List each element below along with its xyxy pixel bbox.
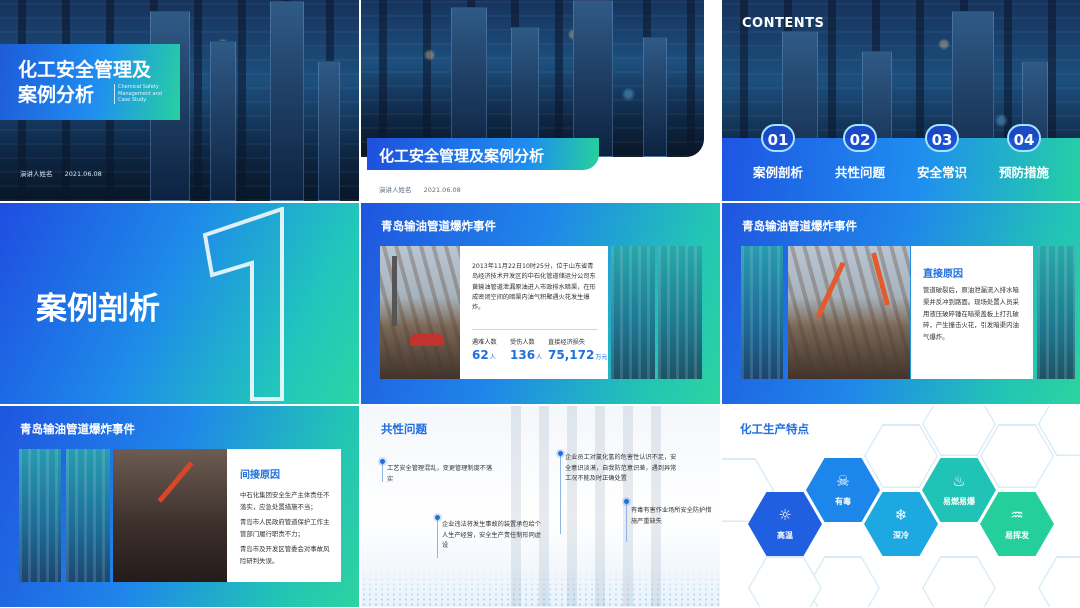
contents-number: 02 [843, 124, 877, 152]
cover-subtitle-en: Chemical Safety Management and Case Stud… [114, 84, 174, 104]
contents-item-3[interactable]: 03 安全常识 [902, 124, 982, 181]
case-paragraph: 2013年11月22日10时25分，位于山东省青岛经济技术开发区的中石化管道储运… [472, 263, 596, 312]
cover-title: 化工安全管理及案例分析 [379, 147, 545, 165]
slide-4-chapter[interactable]: 案例剖析 [0, 203, 359, 404]
slide-1-cover[interactable]: 化工安全管理及案例分析 Chemical Safety Management a… [0, 0, 359, 201]
stat-loss: 75,172万元 [548, 348, 608, 362]
chapter-title: 案例剖析 [36, 291, 160, 327]
presenter-name: 演讲人姓名 [20, 170, 53, 178]
section-subheading: 直接原因 [923, 269, 963, 280]
toxic-icon: ☠ [836, 472, 850, 490]
stat-deaths: 62人 [472, 348, 496, 362]
presentation-date: 2021.06.08 [423, 186, 461, 194]
slide-2-cover[interactable]: 化工安全管理及案例分析 演讲人姓名 2021.06.08 [361, 0, 720, 201]
slide-6-direct-cause[interactable]: 青岛输油管道爆炸事件 直接原因 管道破裂后，原油泄漏流入排水暗渠并反冲到路面。现… [722, 203, 1080, 404]
cause-point: 青岛市人民政府管道保护工作主管部门履行职责不力； [240, 518, 330, 538]
chapter-number-outline [202, 207, 284, 401]
cause-point: 青岛市及开发区管委会对事故风险研判失误。 [240, 545, 330, 565]
feature-flammable[interactable]: ♨ 易燃易爆 [922, 458, 996, 522]
high-temperature-icon: ☼ [778, 506, 792, 524]
contents-label: 共性问题 [834, 165, 885, 180]
cause-body: 管道破裂后，原油泄漏流入排水暗渠并反冲到路面。现场处置人员采用液压破碎锤在暗渠盖… [923, 286, 1019, 342]
accident-scene-photo [380, 246, 460, 379]
timeline-dot [624, 499, 629, 504]
cover-meta: 演讲人姓名 2021.06.08 [20, 168, 102, 178]
problem-point: 工艺安全管理混乱，变更管理制度不落实 [387, 465, 493, 483]
photo-strip [1037, 246, 1075, 379]
contents-label: 预防措施 [998, 165, 1049, 180]
presentation-date: 2021.06.08 [64, 170, 102, 178]
contents-item-2[interactable]: 02 共性问题 [820, 124, 900, 181]
section-subheading: 间接原因 [240, 470, 280, 481]
photo-strip [19, 449, 61, 582]
presenter-name: 演讲人姓名 [379, 186, 412, 194]
slide-3-contents[interactable]: CONTENTS 01 案例剖析 02 共性问题 03 安全常识 04 预防措施 [722, 0, 1080, 201]
slide-8-common-problems[interactable]: 共性问题 工艺安全管理混乱，变更管理制度不落实 企业违法将发生事故的装置承包给个… [361, 406, 720, 607]
photo-strip [741, 246, 783, 379]
photo-strip [611, 246, 655, 379]
problem-point: 有毒有害作业场所安全防护措施严重缺失 [631, 507, 712, 525]
contents-item-1[interactable]: 01 案例剖析 [738, 124, 818, 181]
divider [472, 329, 598, 330]
contents-number: 01 [761, 124, 795, 152]
slide-title: 青岛输油管道爆炸事件 [20, 422, 135, 436]
slide-9-production-features[interactable]: 化工生产特点 ☼ 高温 ☠ 有毒 ❄ 深冷 ♨ 易燃易爆 ♒ 易挥发 [722, 406, 1080, 607]
contents-number: 04 [1007, 124, 1041, 152]
slide-7-indirect-cause[interactable]: 青岛输油管道爆炸事件 间接原因 中石化集团安全生产主体责任不落实，应急处置措施不… [0, 406, 359, 607]
cryogenic-icon: ❄ [894, 506, 908, 524]
contents-label: 案例剖析 [752, 165, 803, 180]
volatile-icon: ♒ [1010, 506, 1024, 524]
contents-label: 安全常识 [916, 165, 967, 180]
stat-label: 直接经济损失 [548, 339, 586, 346]
cover-meta: 演讲人姓名 2021.06.08 [379, 184, 461, 194]
slide-5-case-overview[interactable]: 青岛输油管道爆炸事件 2013年11月22日10时25分，位于山东省青岛经济技术… [361, 203, 720, 404]
stat-label: 遇难人数 [472, 339, 497, 346]
feature-cryogenic[interactable]: ❄ 深冷 [864, 492, 938, 556]
industrial-plant-photo [361, 0, 704, 157]
photo-strip [66, 449, 110, 582]
timeline-dot [558, 451, 563, 456]
flammable-icon: ♨ [952, 472, 966, 490]
feature-toxic[interactable]: ☠ 有毒 [806, 458, 880, 522]
slide-title: 化工生产特点 [740, 422, 809, 436]
photo-strip [658, 246, 702, 379]
contents-item-4[interactable]: 04 预防措施 [984, 124, 1064, 181]
slide-title: 共性问题 [381, 422, 427, 436]
cause-point: 中石化集团安全生产主体责任不落实，应急处置措施不当； [240, 491, 330, 511]
slide-title: 青岛输油管道爆炸事件 [381, 219, 496, 233]
contents-heading: CONTENTS [742, 16, 825, 31]
timeline-dot [380, 459, 385, 464]
explosion-site-photo [788, 246, 910, 379]
photo-frame [361, 0, 704, 157]
slide-title: 青岛输油管道爆炸事件 [742, 219, 857, 233]
timeline-dot [435, 515, 440, 520]
contents-number: 03 [925, 124, 959, 152]
dotted-wave-decoration [361, 567, 720, 607]
rescue-scene-photo [113, 449, 227, 582]
slide-thumbnail-grid: 化工安全管理及案例分析 Chemical Safety Management a… [0, 0, 1080, 608]
stat-injured: 136人 [510, 348, 543, 362]
feature-volatile[interactable]: ♒ 易挥发 [980, 492, 1054, 556]
stat-label: 受伤人数 [510, 339, 535, 346]
problem-point: 企业违法将发生事故的装置承包给个人生产经营，安全生产责任制形同虚设 [442, 521, 541, 549]
problem-point: 企业员工对氯化氢的危害性认识不足，安全意识淡漠，自我防范意识差，遇到异常工况不能… [565, 454, 677, 482]
